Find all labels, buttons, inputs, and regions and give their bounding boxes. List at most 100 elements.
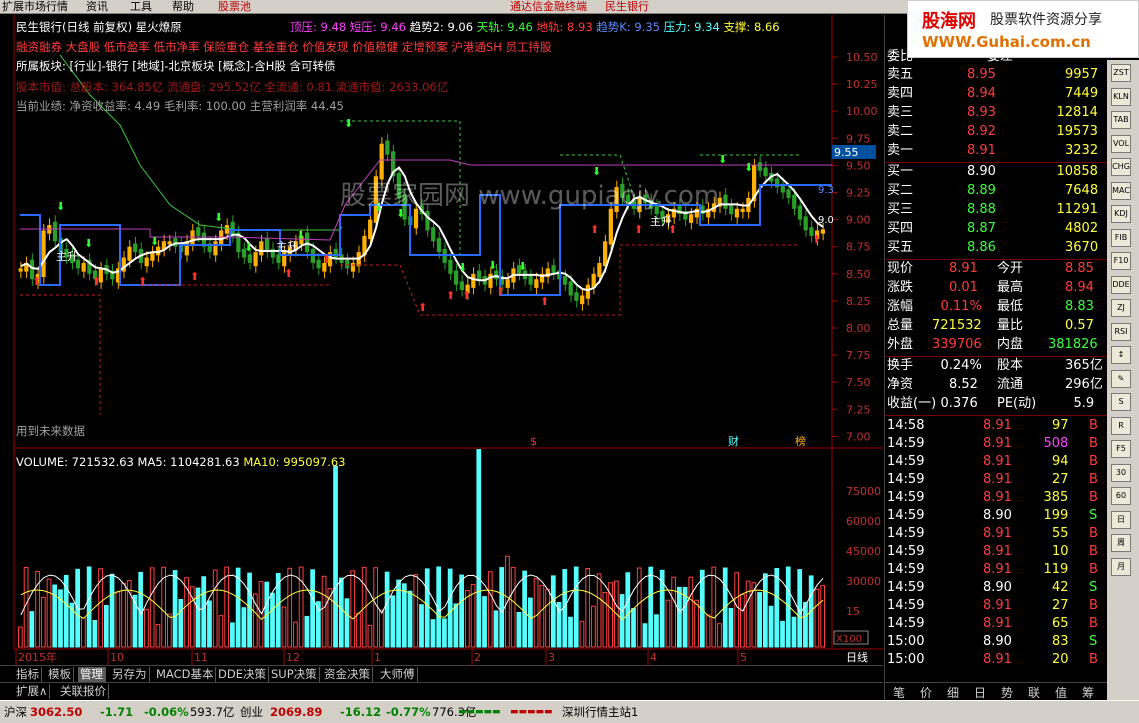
quote-tab-5[interactable]: 联 <box>1028 684 1040 701</box>
tool-21-icon[interactable]: 月 <box>1111 557 1131 576</box>
volume-bar <box>241 607 247 648</box>
tab-7[interactable]: 资金决策 <box>322 667 373 682</box>
time-label: 2015年 <box>18 650 57 664</box>
tab-1[interactable]: 模板 <box>46 667 74 682</box>
candle <box>431 227 436 242</box>
tab-6[interactable]: SUP决策 <box>269 667 320 682</box>
sector-line: 所属板块: [行业]-银行 [地域]-北京板块 [概念]-含H股 含可转债 <box>16 59 336 73</box>
tool-19-icon[interactable]: 日 <box>1111 510 1131 529</box>
tab-2[interactable]: 管理 <box>78 667 106 682</box>
tool-7-icon[interactable]: FIB <box>1111 228 1131 247</box>
indicator-0: 顶压: 9.48 <box>290 20 350 34</box>
indicator-3: 天轨: 9.46 <box>476 20 537 34</box>
tick-row: 14:59 8.91 10 B <box>887 544 1098 559</box>
tool-9-icon[interactable]: DDE <box>1111 275 1131 294</box>
volume-bar <box>596 573 602 648</box>
buy-arrow: ⬆ <box>446 289 455 302</box>
volume-bar <box>373 567 379 648</box>
candle <box>763 167 768 177</box>
tool-11-icon[interactable]: RSI <box>1111 322 1131 341</box>
tool-2-icon[interactable]: TAB <box>1111 111 1131 129</box>
stat2-row: 净资 8.52 流通 296亿 <box>887 377 1103 392</box>
price-current: 9.55 <box>834 146 859 159</box>
volume-bar <box>476 449 482 648</box>
volume-bar <box>533 578 539 648</box>
volume-bar <box>390 595 396 648</box>
candle <box>568 281 573 296</box>
menu-stock-pool[interactable]: 股票池 <box>218 0 251 14</box>
volume-bar <box>275 572 281 648</box>
tick-row: 14:59 8.91 27 B <box>887 472 1098 487</box>
quote-tab-1[interactable]: 价 <box>920 684 932 701</box>
volume-bar <box>115 591 121 648</box>
quote-tab-6[interactable]: 值 <box>1055 684 1067 701</box>
candle <box>173 238 178 247</box>
tab-5[interactable]: DDE决策 <box>216 667 269 682</box>
tool-8-icon[interactable]: F10 <box>1111 252 1131 270</box>
tab-0[interactable]: 指标 <box>14 667 42 682</box>
tab2-0[interactable]: 扩展∧ <box>14 684 51 699</box>
watermark: 股票家园网 www.gupiaojy.com <box>340 181 720 211</box>
tab-8[interactable]: 大师傅 <box>378 667 418 682</box>
tool-14-icon[interactable]: S <box>1111 393 1131 411</box>
price-tick: 9.75 <box>846 132 871 145</box>
price-tick: 8.00 <box>846 322 871 335</box>
quote-bottom-tabs: 笔价细日势联值筹 <box>885 682 1108 700</box>
quote-tab-2[interactable]: 细 <box>947 684 959 701</box>
menu-ext-market[interactable]: 扩展市场行情 <box>2 0 68 14</box>
quote-tab-7[interactable]: 筹 <box>1082 684 1094 701</box>
volume-bar <box>516 611 522 648</box>
volume-bar <box>591 605 596 648</box>
volume-bar <box>545 588 550 648</box>
price-tick: 8.25 <box>846 295 871 308</box>
volume-bar <box>338 577 344 648</box>
bid-row: 买一 8.90 10858 <box>887 164 1098 179</box>
candle <box>316 259 321 269</box>
dollar-marker: $ <box>530 435 537 448</box>
vol-tick: 60000 <box>846 515 881 528</box>
ask-row: 卖二 8.92 19573 <box>887 124 1098 139</box>
menu-news[interactable]: 资讯 <box>86 0 108 14</box>
tool-5-icon[interactable]: MAC <box>1111 181 1131 200</box>
volume-bar <box>258 581 264 648</box>
tool-1-icon[interactable]: KLN <box>1111 87 1131 106</box>
tool-3-icon[interactable]: VOL <box>1111 134 1131 153</box>
tool-12-icon[interactable]: ↕ <box>1111 346 1131 364</box>
chart-area[interactable]: 10.50 10.25 10.00 9.75 9.50 9.25 9.00 8.75 8.50 8… <box>0 15 883 665</box>
candle <box>133 243 138 253</box>
time-label: 3 <box>548 651 555 664</box>
quote-tab-0[interactable]: 笔 <box>893 684 905 701</box>
tool-16-icon[interactable]: F5 <box>1111 440 1131 458</box>
tool-4-icon[interactable]: CHG <box>1111 158 1131 176</box>
volume-bar <box>384 571 390 648</box>
candle <box>551 265 556 274</box>
volume-bar <box>407 590 413 648</box>
candle <box>41 230 46 278</box>
tool-17-icon[interactable]: 30 <box>1111 463 1131 482</box>
indicator-5: 趋势K: 9.35 <box>596 20 664 34</box>
volume-bar <box>585 568 591 648</box>
tool-18-icon[interactable]: 60 <box>1111 487 1131 505</box>
buy-arrow: ⬆ <box>284 267 293 280</box>
tool-15-icon[interactable]: R <box>1111 416 1131 435</box>
volume-bar <box>235 567 241 648</box>
menu-tools[interactable]: 工具 <box>130 0 152 14</box>
guhai-logo: 股海网 股票软件资源分享 WWW.Guhai.com.cn <box>907 0 1139 58</box>
candle <box>52 221 58 242</box>
quote-tab-3[interactable]: 日 <box>974 684 986 701</box>
menu-help[interactable]: 帮助 <box>172 0 194 14</box>
tick-row: 14:59 8.90 199 S <box>887 508 1098 523</box>
buy-arrow: ⬆ <box>496 285 505 298</box>
tool-13-icon[interactable]: ✎ <box>1111 369 1131 388</box>
tool-10-icon[interactable]: ZJ <box>1111 299 1131 317</box>
tool-20-icon[interactable]: 周 <box>1111 534 1131 552</box>
tab-4[interactable]: MACD基本 <box>154 667 217 682</box>
tab2-1[interactable]: 关联报价 <box>58 684 109 699</box>
status-bar: 沪深 3062.50 -1.71 -0.06% 593.7亿 创业 2069.8… <box>0 700 1139 723</box>
volume-bar <box>401 583 407 648</box>
tool-0-icon[interactable]: ZST <box>1111 64 1131 82</box>
quote-tab-4[interactable]: 势 <box>1001 684 1013 701</box>
tab-3[interactable]: 另存为 <box>110 667 150 682</box>
tags-line: 融资融券 大盘股 低市盈率 低市净率 保险重仓 基金重仓 价值发现 价值稳健 定… <box>16 40 552 54</box>
tool-6-icon[interactable]: KDJ <box>1111 205 1131 223</box>
